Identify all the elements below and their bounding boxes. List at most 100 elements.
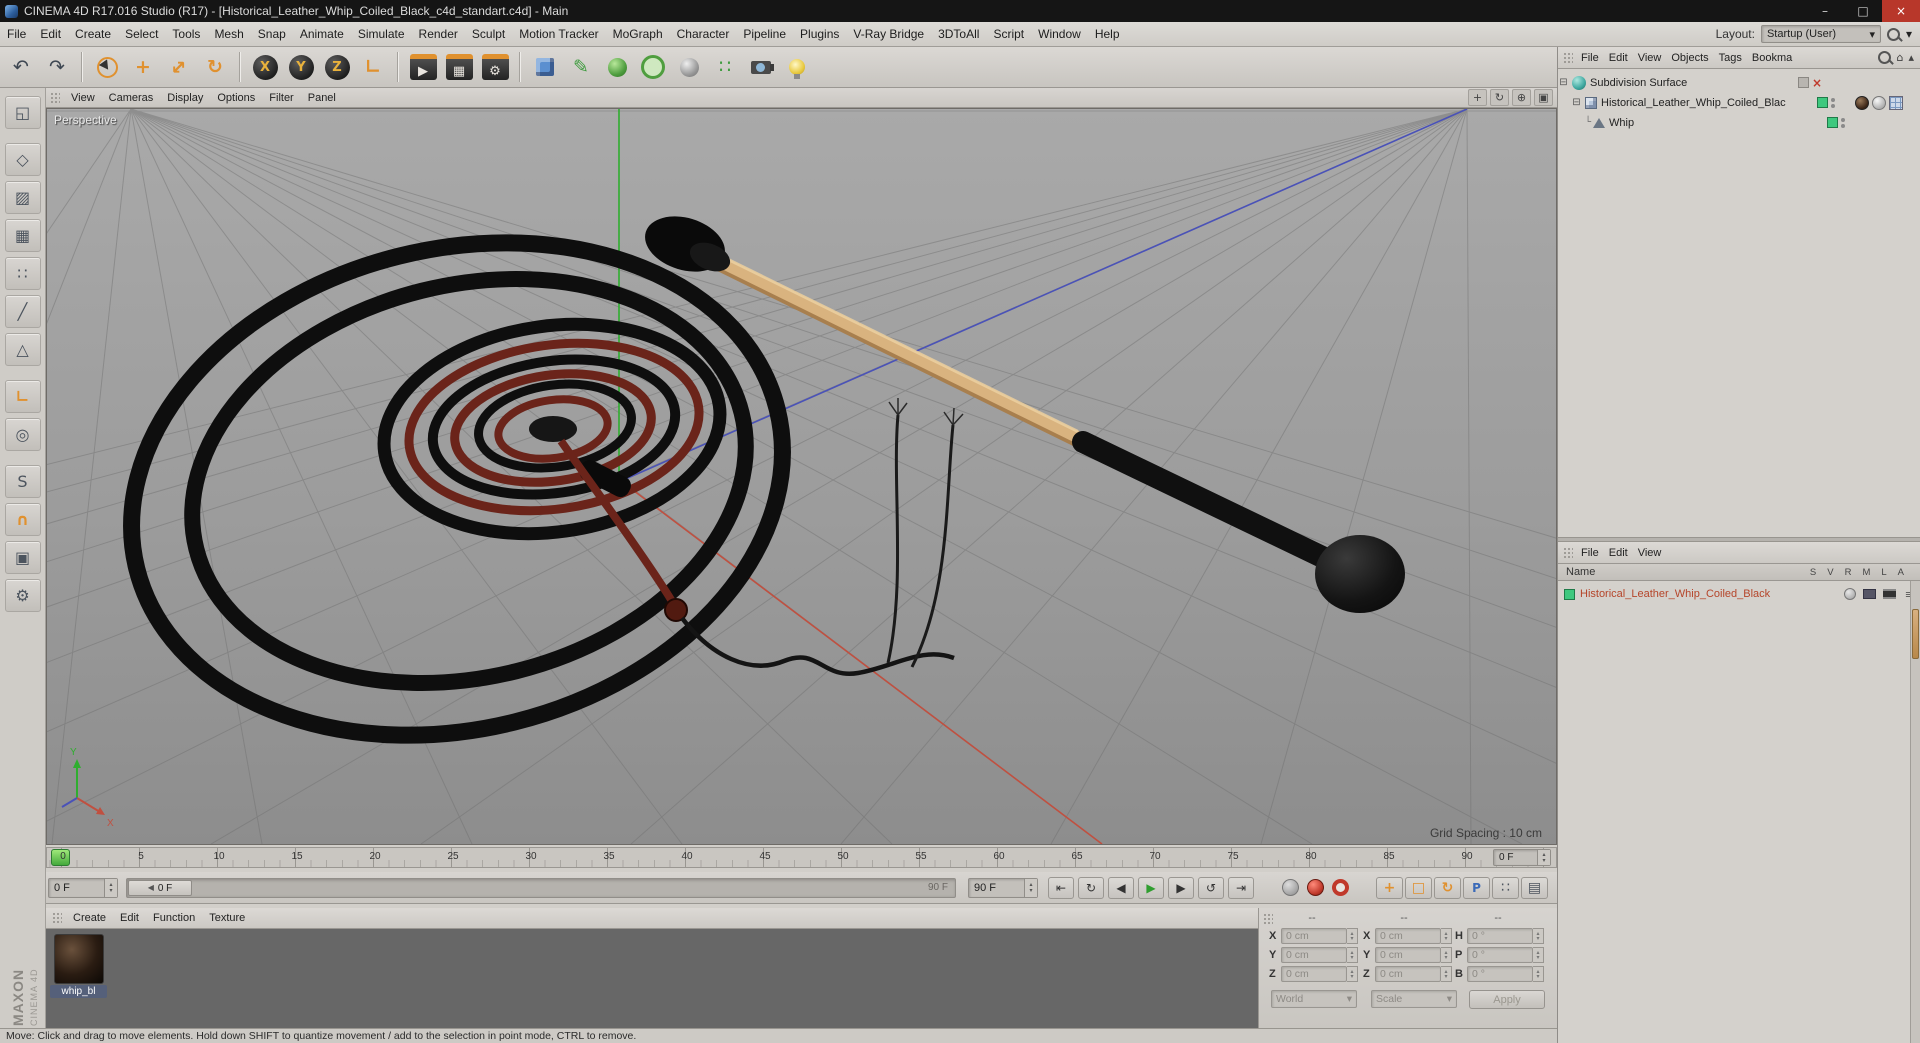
layer-toggle[interactable]: [1797, 77, 1809, 88]
points-mode-button[interactable]: ∷: [4, 257, 41, 290]
keyframe-presets-button[interactable]: ▤: [1521, 877, 1548, 899]
object-tree[interactable]: ⊟ Subdivision Surface × ⊟ Historical_Lea…: [1558, 69, 1920, 537]
range-start-spinner[interactable]: ▴ ▾: [104, 879, 117, 897]
make-editable-button[interactable]: ◱: [4, 96, 41, 129]
material-menu-edit[interactable]: Edit: [114, 912, 145, 924]
object-row-subdivision-surface[interactable]: ⊟ Subdivision Surface ×: [1558, 73, 1920, 92]
size-y-field[interactable]: 0 cm: [1375, 947, 1441, 963]
snap-toggle-button[interactable]: S: [4, 465, 41, 498]
apply-button[interactable]: Apply: [1469, 990, 1545, 1009]
axis-mode-button[interactable]: ∟: [4, 380, 41, 413]
material-row[interactable]: Historical_Leather_Whip_Coiled_Black ≡: [1564, 585, 1920, 603]
redo-button[interactable]: ↷: [40, 50, 74, 84]
polygons-mode-button[interactable]: △: [4, 333, 41, 366]
lock-workplane-button[interactable]: ▣: [4, 541, 41, 574]
viewport-menu-options[interactable]: Options: [211, 92, 261, 104]
pos-y-spinner[interactable]: ▴ ▾: [1347, 947, 1358, 963]
ml-menu-view[interactable]: View: [1633, 547, 1667, 559]
render-view-button[interactable]: ▶: [406, 50, 440, 84]
viewport[interactable]: Y X Perspective Grid Spacing : 10 cm: [46, 108, 1557, 845]
scrollbar-thumb[interactable]: [1912, 609, 1919, 659]
size-x-field[interactable]: 0 cm: [1375, 928, 1441, 944]
range-end-field[interactable]: 90 F ▴ ▾: [968, 878, 1038, 898]
viewport-camera-label[interactable]: Perspective: [54, 113, 117, 127]
viewport-menu-display[interactable]: Display: [161, 92, 209, 104]
material-menu-create[interactable]: Create: [67, 912, 112, 924]
play-button[interactable]: ▶: [1138, 877, 1164, 899]
enabled-toggle[interactable]: [1827, 117, 1838, 128]
menu-item-script[interactable]: Script: [986, 22, 1031, 46]
pos-y-field[interactable]: 0 cm: [1281, 947, 1347, 963]
rot-b-spinner[interactable]: ▴ ▾: [1533, 966, 1544, 982]
render-icon[interactable]: [1883, 589, 1896, 599]
maximize-button[interactable]: □: [1844, 0, 1882, 22]
autokey-toggle-button[interactable]: [1332, 879, 1349, 896]
menu-item-motion-tracker[interactable]: Motion Tracker: [512, 22, 605, 46]
go-to-start-button[interactable]: ⇤: [1048, 877, 1074, 899]
minimize-button[interactable]: –: [1806, 0, 1844, 22]
object-label[interactable]: Whip: [1609, 117, 1634, 129]
add-generator-button[interactable]: [600, 50, 634, 84]
phong-tag-icon[interactable]: [1872, 95, 1886, 110]
panel-menu-icon[interactable]: ▾: [1906, 28, 1912, 40]
material-list-area[interactable]: whip_bl: [46, 929, 1258, 1028]
menu-item-edit[interactable]: Edit: [33, 22, 68, 46]
menu-item-tools[interactable]: Tools: [165, 22, 207, 46]
col-m[interactable]: M: [1862, 567, 1870, 578]
expander-icon[interactable]: ⊟: [1571, 97, 1582, 108]
ml-menu-edit[interactable]: Edit: [1604, 547, 1633, 559]
drag-grip-icon[interactable]: [52, 912, 62, 924]
home-icon[interactable]: ⌂: [1896, 51, 1903, 64]
model-mode-button[interactable]: ◇: [4, 143, 41, 176]
record-pla-toggle[interactable]: ∷: [1492, 877, 1519, 899]
frame-spinner[interactable]: ▴ ▾: [1537, 850, 1550, 865]
undo-button[interactable]: ↶: [4, 50, 38, 84]
size-y-spinner[interactable]: ▴ ▾: [1441, 947, 1452, 963]
menu-item-sculpt[interactable]: Sculpt: [465, 22, 512, 46]
rot-b-field[interactable]: 0 °: [1467, 966, 1533, 982]
pos-x-field[interactable]: 0 cm: [1281, 928, 1347, 944]
coordinate-system-button[interactable]: ∟: [356, 50, 390, 84]
col-v[interactable]: V: [1827, 567, 1833, 578]
add-spline-button[interactable]: ✎: [564, 50, 598, 84]
size-x-spinner[interactable]: ▴ ▾: [1441, 928, 1452, 944]
spin-down-icon[interactable]: ▾: [1542, 857, 1545, 864]
search-icon[interactable]: [1878, 51, 1892, 64]
disabled-icon[interactable]: ×: [1812, 76, 1822, 90]
name-column-header[interactable]: Name: [1566, 566, 1595, 578]
search-icon[interactable]: [1886, 27, 1900, 41]
material-thumbnail[interactable]: [54, 934, 104, 984]
spin-down-icon[interactable]: ▾: [109, 888, 112, 894]
rot-h-spinner[interactable]: ▴ ▾: [1533, 928, 1544, 944]
add-light-button[interactable]: [780, 50, 814, 84]
rot-h-field[interactable]: 0 °: [1467, 928, 1533, 944]
next-frame-button[interactable]: ▶: [1168, 877, 1194, 899]
menu-item-mograph[interactable]: MoGraph: [606, 22, 670, 46]
add-clone-button[interactable]: ∷: [708, 50, 742, 84]
material-row-label[interactable]: Historical_Leather_Whip_Coiled_Black: [1580, 588, 1770, 600]
magnet-tool-button[interactable]: ∩: [4, 503, 41, 536]
timeline-slider-handle[interactable]: ◀ 0 F: [128, 880, 192, 896]
texture-tag-icon[interactable]: [1855, 95, 1869, 110]
range-start-field[interactable]: 0 F ▴ ▾: [48, 878, 118, 898]
texture-mode-button[interactable]: ▨: [4, 181, 41, 214]
ml-menu-file[interactable]: File: [1576, 547, 1604, 559]
rotate-tool-button[interactable]: ↻: [198, 50, 232, 84]
object-label[interactable]: Subdivision Surface: [1590, 77, 1687, 89]
move-tool-button[interactable]: +: [126, 50, 160, 84]
scrollbar[interactable]: [1910, 581, 1920, 1043]
menu-item-snap[interactable]: Snap: [251, 22, 293, 46]
object-row-whip-parent[interactable]: ⊟ Historical_Leather_Whip_Coiled_Blac: [1558, 93, 1920, 112]
menu-item-pipeline[interactable]: Pipeline: [736, 22, 793, 46]
menu-item-character[interactable]: Character: [670, 22, 737, 46]
size-z-spinner[interactable]: ▴ ▾: [1441, 966, 1452, 982]
col-s[interactable]: S: [1810, 567, 1816, 578]
om-menu-tags[interactable]: Tags: [1714, 52, 1747, 64]
record-rotation-toggle[interactable]: ↻: [1434, 877, 1461, 899]
orbit-view-icon[interactable]: ↻: [1490, 89, 1509, 106]
viewport-menu-view[interactable]: View: [65, 92, 101, 104]
lock-y-axis-button[interactable]: Y: [284, 50, 318, 84]
material-menu-texture[interactable]: Texture: [203, 912, 251, 924]
menu-item-animate[interactable]: Animate: [293, 22, 351, 46]
menu-item-simulate[interactable]: Simulate: [351, 22, 412, 46]
